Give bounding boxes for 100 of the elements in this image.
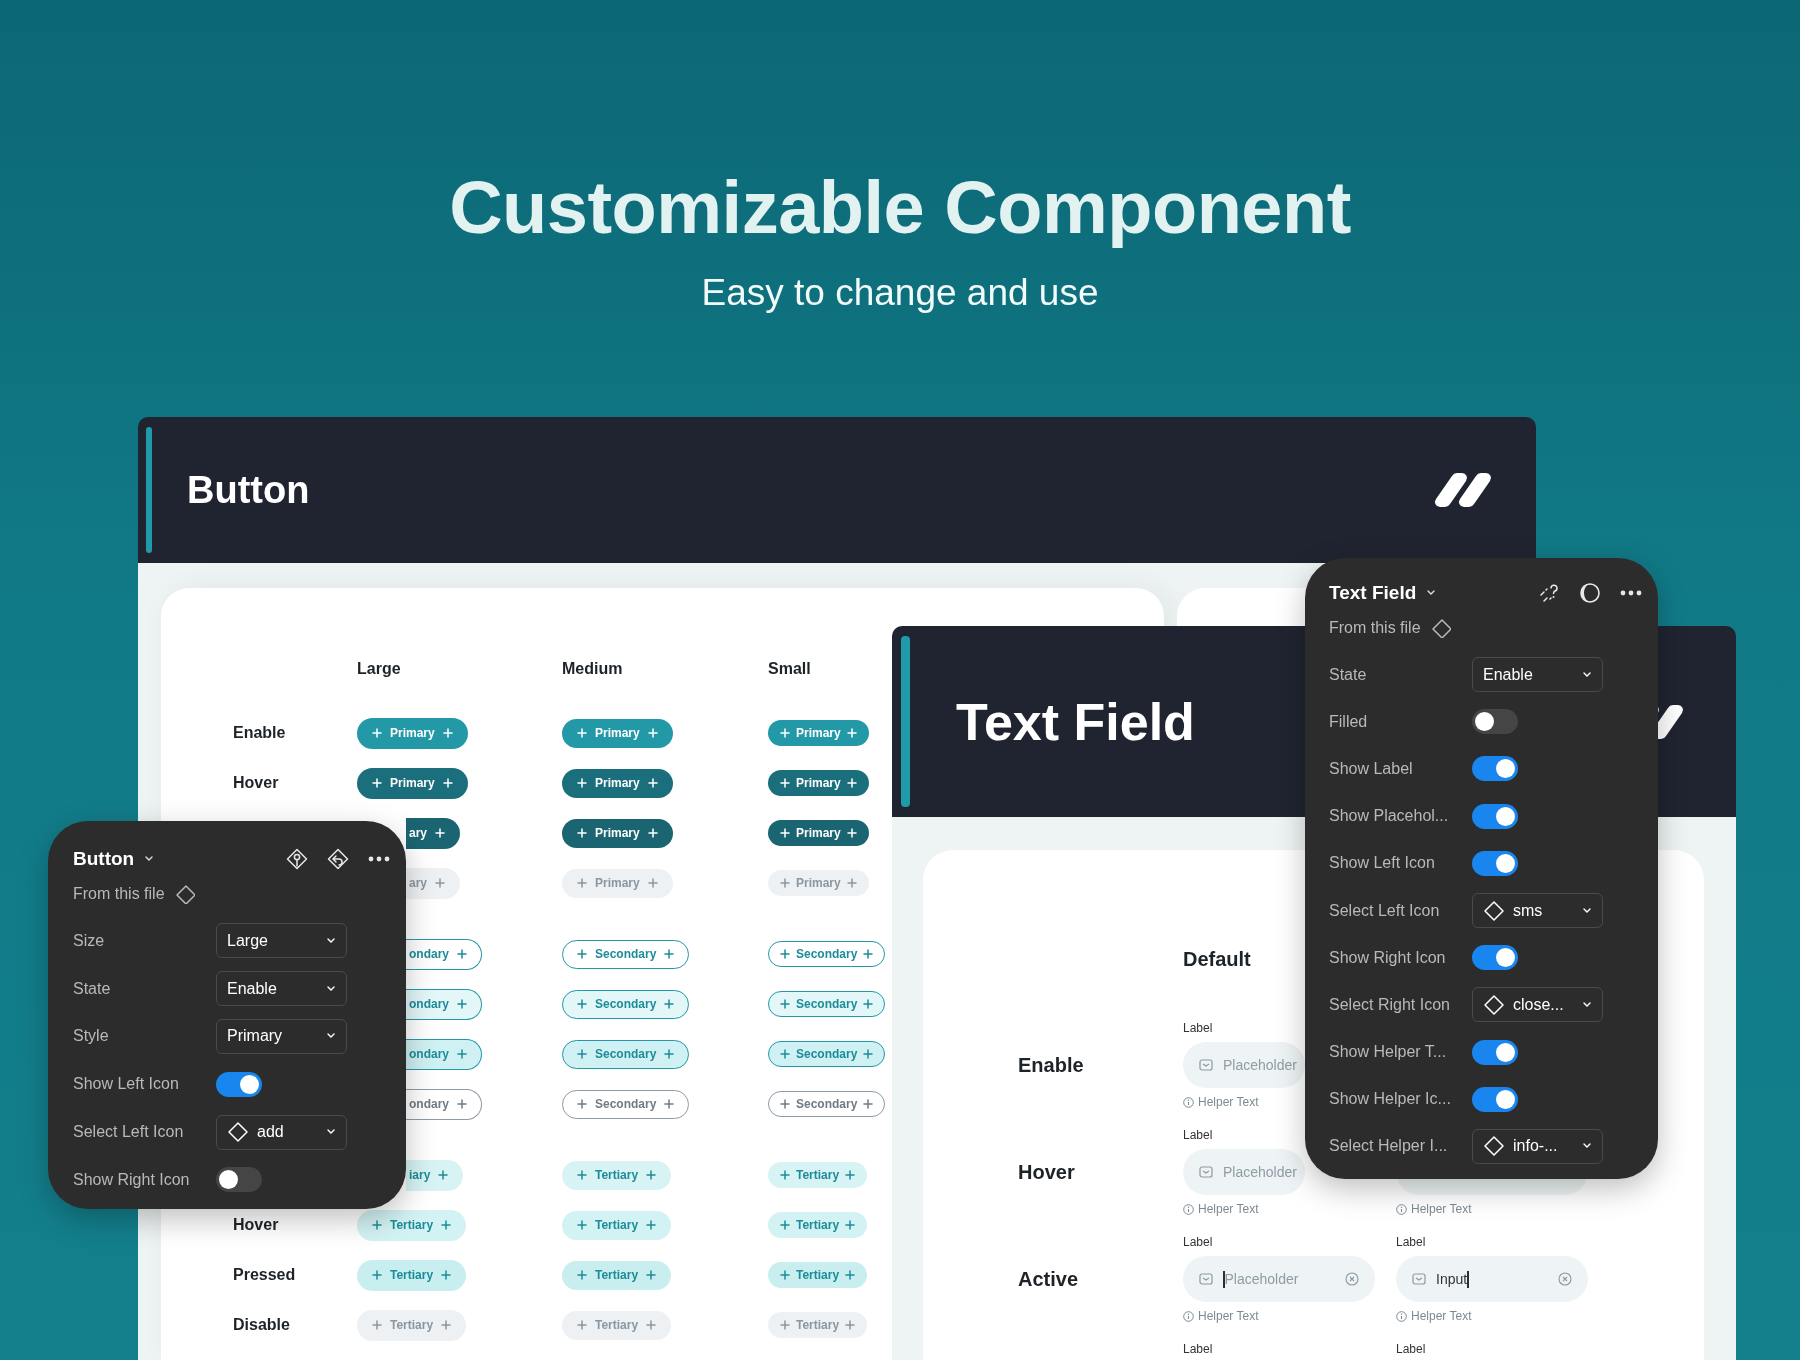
plus-icon xyxy=(442,728,453,738)
toggle-switch[interactable] xyxy=(1472,756,1518,782)
sample-button[interactable]: Secondary xyxy=(562,1089,690,1119)
toggle-switch[interactable] xyxy=(1472,1086,1518,1112)
column-heading: Large xyxy=(357,660,401,678)
plus-icon xyxy=(664,1099,675,1109)
sample-button[interactable]: ondary xyxy=(406,938,482,970)
contrast-icon[interactable] xyxy=(1579,582,1601,604)
property-dropdown[interactable]: sms xyxy=(1472,893,1603,929)
plus-icon xyxy=(372,1320,382,1330)
plus-icon xyxy=(780,1320,790,1330)
toggle-switch[interactable] xyxy=(1472,709,1518,735)
sample-button[interactable]: Primary xyxy=(562,818,673,848)
more-icon[interactable] xyxy=(1620,590,1642,596)
sample-button[interactable]: Primary xyxy=(562,718,673,748)
sample-button[interactable]: Tertiary xyxy=(562,1310,672,1340)
sample-button[interactable]: iary xyxy=(406,1159,464,1191)
sample-button[interactable]: ondary xyxy=(406,1038,482,1070)
plus-icon xyxy=(863,949,874,959)
sample-button[interactable]: Tertiary xyxy=(562,1260,672,1290)
property-label: Select Left Icon xyxy=(1329,901,1440,920)
plus-icon xyxy=(457,1049,467,1059)
text-field[interactable]: Placeholder xyxy=(1183,1042,1305,1088)
toggle-switch[interactable] xyxy=(1472,850,1518,876)
plus-icon xyxy=(846,878,857,888)
property-label: State xyxy=(73,979,111,998)
sample-button[interactable]: ondary xyxy=(406,988,482,1020)
chevron-icon xyxy=(1582,671,1592,678)
component-icon[interactable] xyxy=(286,848,308,870)
property-dropdown[interactable]: Large xyxy=(216,923,347,959)
plus-icon xyxy=(441,1220,452,1230)
sample-button[interactable]: ary xyxy=(406,867,461,899)
plus-icon xyxy=(577,1049,587,1059)
sample-button[interactable]: Secondary xyxy=(768,1041,886,1067)
sample-button[interactable]: Secondary xyxy=(768,941,886,967)
property-dropdown[interactable]: Enable xyxy=(216,971,347,1007)
property-dropdown[interactable]: Enable xyxy=(1472,657,1603,693)
sample-button[interactable]: Primary xyxy=(768,720,869,746)
sample-button[interactable]: Secondary xyxy=(562,1039,690,1069)
plus-icon xyxy=(441,1320,452,1330)
broken-link-icon[interactable] xyxy=(1538,582,1560,604)
sample-button[interactable]: Tertiary xyxy=(562,1210,672,1240)
plus-icon xyxy=(846,778,857,788)
plus-icon xyxy=(457,999,467,1009)
plus-icon xyxy=(780,1170,790,1180)
sample-button[interactable]: Tertiary xyxy=(357,1309,467,1341)
plus-icon xyxy=(846,728,857,738)
sample-button[interactable]: Primary xyxy=(768,870,869,896)
plus-icon xyxy=(845,1220,856,1230)
panel-title: Button xyxy=(73,848,135,870)
sample-button[interactable]: Tertiary xyxy=(768,1162,868,1188)
property-dropdown[interactable]: add xyxy=(216,1114,347,1150)
chevron-icon xyxy=(1582,1001,1592,1008)
sample-button[interactable]: Tertiary xyxy=(768,1212,868,1238)
sample-button[interactable]: Secondary xyxy=(562,989,690,1019)
sample-button[interactable]: Primary xyxy=(562,868,673,898)
caret-icon[interactable] xyxy=(1426,590,1437,596)
plus-icon xyxy=(780,1099,790,1109)
sample-button[interactable]: Tertiary xyxy=(357,1209,467,1241)
property-dropdown[interactable]: info-... xyxy=(1472,1128,1603,1164)
plus-icon xyxy=(845,1170,856,1180)
sample-button[interactable]: Tertiary xyxy=(768,1312,868,1338)
plus-icon xyxy=(457,949,467,959)
sample-button[interactable]: Primary xyxy=(562,768,673,798)
info-icon xyxy=(1183,1310,1194,1322)
more-icon[interactable] xyxy=(368,856,390,862)
helper-text: Helper Text xyxy=(1198,1202,1259,1216)
caret-icon[interactable] xyxy=(144,856,155,862)
text-field[interactable]: Input xyxy=(1396,1256,1588,1302)
field-label: Label xyxy=(1396,1234,1426,1250)
diamond-icon xyxy=(227,1121,249,1144)
diamond-icon xyxy=(174,884,195,904)
sample-button[interactable]: ary xyxy=(406,817,461,849)
sample-button[interactable]: Tertiary xyxy=(562,1160,672,1190)
property-label: Show Right Icon xyxy=(1329,948,1446,967)
property-label: Filled xyxy=(1329,712,1368,731)
sample-button[interactable]: Primary xyxy=(768,770,869,796)
plus-icon xyxy=(577,1270,587,1280)
sample-button[interactable]: Primary xyxy=(768,820,869,846)
text-field[interactable]: Placeholder xyxy=(1183,1256,1375,1302)
sample-button[interactable]: Secondary xyxy=(562,939,690,969)
sample-button[interactable]: Tertiary xyxy=(357,1259,467,1291)
text-field[interactable]: Placeholder xyxy=(1183,1149,1305,1195)
toggle-switch[interactable] xyxy=(216,1071,262,1097)
sample-button[interactable]: Secondary xyxy=(768,991,886,1017)
sample-button[interactable]: Secondary xyxy=(768,1091,886,1117)
toggle-switch[interactable] xyxy=(1472,803,1518,829)
plus-icon xyxy=(441,1270,452,1280)
sample-button[interactable]: Primary xyxy=(357,767,468,799)
sample-button[interactable]: ondary xyxy=(406,1088,482,1120)
toggle-switch[interactable] xyxy=(1472,945,1518,971)
chevron-icon xyxy=(326,985,336,992)
reset-icon[interactable] xyxy=(327,848,349,870)
info-icon xyxy=(1396,1310,1407,1322)
property-dropdown[interactable]: Primary xyxy=(216,1019,347,1054)
sample-button[interactable]: Primary xyxy=(357,717,468,749)
sample-button[interactable]: Tertiary xyxy=(768,1262,868,1288)
property-dropdown[interactable]: close... xyxy=(1472,987,1603,1023)
toggle-switch[interactable] xyxy=(1472,1039,1518,1065)
toggle-switch[interactable] xyxy=(216,1167,262,1193)
